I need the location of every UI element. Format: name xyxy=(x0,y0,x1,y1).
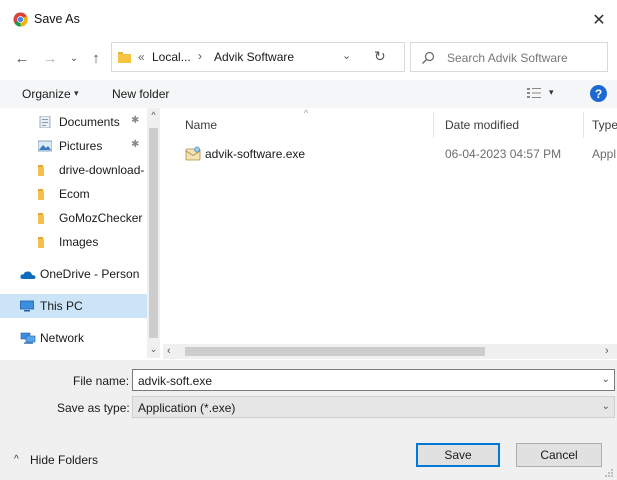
cancel-button[interactable]: Cancel xyxy=(516,443,602,467)
refresh-icon[interactable]: ↻ xyxy=(374,48,392,65)
folder-icon xyxy=(38,213,44,224)
documents-icon xyxy=(39,116,51,128)
sidebar-item-pictures[interactable]: Pictures ✱ xyxy=(0,134,147,158)
sidebar-scroll-up-button[interactable]: ^ xyxy=(147,110,160,122)
column-divider[interactable] xyxy=(433,112,434,138)
exe-file-icon xyxy=(185,146,201,161)
search-icon xyxy=(422,51,435,64)
sort-ascending-icon: ^ xyxy=(304,108,309,118)
address-segment-advik-software[interactable]: Advik Software xyxy=(214,50,294,64)
address-overflow-chevrons[interactable]: « xyxy=(138,50,145,64)
file-name-label: File name: xyxy=(73,374,130,388)
scroll-left-button[interactable]: ‹ xyxy=(167,345,171,357)
address-separator[interactable]: › xyxy=(198,49,202,63)
forward-button[interactable]: → xyxy=(40,48,60,68)
sidebar-item-drive-download[interactable]: drive-download- xyxy=(0,158,147,182)
sidebar-item-label: Images xyxy=(59,235,99,249)
sidebar-item-label: drive-download- xyxy=(59,163,145,177)
save-as-type-value: Application (*.exe) xyxy=(138,401,236,415)
navigation-pane: Documents ✱ Pictures ✱ drive-download- E… xyxy=(0,108,160,358)
onedrive-icon xyxy=(20,271,36,279)
sidebar-item-onedrive[interactable]: OneDrive - Person xyxy=(0,262,147,286)
save-button[interactable]: Save xyxy=(416,443,500,467)
hide-folders-button[interactable]: Hide Folders xyxy=(30,453,98,467)
file-name-value: advik-soft.exe xyxy=(138,374,213,388)
sidebar-scroll-thumb[interactable] xyxy=(149,128,158,338)
network-icon xyxy=(20,332,36,344)
scroll-right-button[interactable]: › xyxy=(605,345,609,357)
folder-icon xyxy=(118,52,131,63)
column-header-date-modified[interactable]: Date modified xyxy=(445,118,519,132)
new-folder-button[interactable]: New folder xyxy=(112,87,169,101)
sidebar-item-gomozchecker[interactable]: GoMozChecker xyxy=(0,206,147,230)
chevron-up-icon[interactable]: ^ xyxy=(14,454,19,465)
sidebar-item-network[interactable]: Network xyxy=(0,326,147,350)
search-input[interactable]: Search Advik Software xyxy=(410,42,608,72)
sidebar-item-label: Pictures xyxy=(59,139,103,153)
address-dropdown-icon[interactable]: ⌄ xyxy=(342,49,356,62)
organize-caret-icon[interactable]: ▾ xyxy=(74,88,79,99)
search-placeholder: Search Advik Software xyxy=(447,51,568,65)
address-segment-local[interactable]: Local... xyxy=(152,50,191,64)
folder-icon xyxy=(38,189,44,200)
window-title: Save As xyxy=(34,12,80,26)
sidebar-item-label: GoMozChecker xyxy=(59,211,143,225)
save-as-type-label: Save as type: xyxy=(57,401,130,415)
sidebar-item-documents[interactable]: Documents ✱ xyxy=(0,110,147,134)
title-bar xyxy=(0,0,617,38)
address-bar[interactable]: « Local... › Advik Software ⌄ ↻ xyxy=(111,42,405,72)
resize-grip-icon[interactable] xyxy=(604,468,614,478)
chrome-icon xyxy=(13,12,28,27)
sidebar-scroll-down-button[interactable]: ⌄ xyxy=(147,344,160,356)
chevron-down-icon[interactable]: ⌄ xyxy=(602,374,610,385)
column-header-name[interactable]: Name xyxy=(185,118,217,132)
command-bar: Organize ▾ New folder ▾ ? xyxy=(0,80,617,108)
horizontal-scroll-thumb[interactable] xyxy=(185,347,485,356)
organize-button[interactable]: Organize xyxy=(22,87,71,101)
chevron-down-icon[interactable]: ⌄ xyxy=(602,401,610,412)
recent-locations-button[interactable]: ⌄ xyxy=(64,48,84,68)
pin-icon: ✱ xyxy=(131,115,140,126)
file-type: Appl xyxy=(592,147,617,161)
folder-icon xyxy=(38,237,44,248)
file-name-field[interactable]: advik-soft.exe ⌄ xyxy=(132,369,615,391)
pictures-icon xyxy=(38,140,52,152)
sidebar-item-label: This PC xyxy=(40,299,83,313)
close-button[interactable]: ✕ xyxy=(585,8,613,32)
file-date-modified: 06-04-2023 04:57 PM xyxy=(445,147,562,161)
change-view-button[interactable]: ▾ xyxy=(527,86,557,102)
sidebar-item-images[interactable]: Images xyxy=(0,230,147,254)
horizontal-scrollbar[interactable]: ‹ › xyxy=(163,344,617,359)
details-view-icon xyxy=(527,88,541,98)
sidebar-item-ecom[interactable]: Ecom xyxy=(0,182,147,206)
help-button[interactable]: ? xyxy=(590,85,607,102)
sidebar-item-label: Network xyxy=(40,331,85,345)
sidebar-item-label: OneDrive - Person xyxy=(40,267,140,281)
up-button[interactable]: ↑ xyxy=(86,48,106,68)
column-header-type[interactable]: Type xyxy=(592,118,617,132)
column-divider[interactable] xyxy=(583,112,584,138)
view-caret-icon: ▾ xyxy=(549,87,554,97)
pin-icon: ✱ xyxy=(131,139,140,150)
sidebar-item-this-pc[interactable]: This PC xyxy=(0,294,147,318)
file-row[interactable]: advik-software.exe 06-04-2023 04:57 PM A… xyxy=(163,142,617,164)
file-name: advik-software.exe xyxy=(205,147,306,161)
sidebar-item-label: Ecom xyxy=(59,187,90,201)
this-pc-icon xyxy=(20,300,34,312)
folder-icon xyxy=(38,165,44,176)
save-as-type-select[interactable]: Application (*.exe) ⌄ xyxy=(132,396,615,418)
file-list: ^ Name Date modified Type advik-software… xyxy=(163,108,617,358)
back-button[interactable]: ← xyxy=(12,48,32,68)
sidebar-item-label: Documents xyxy=(59,115,120,129)
